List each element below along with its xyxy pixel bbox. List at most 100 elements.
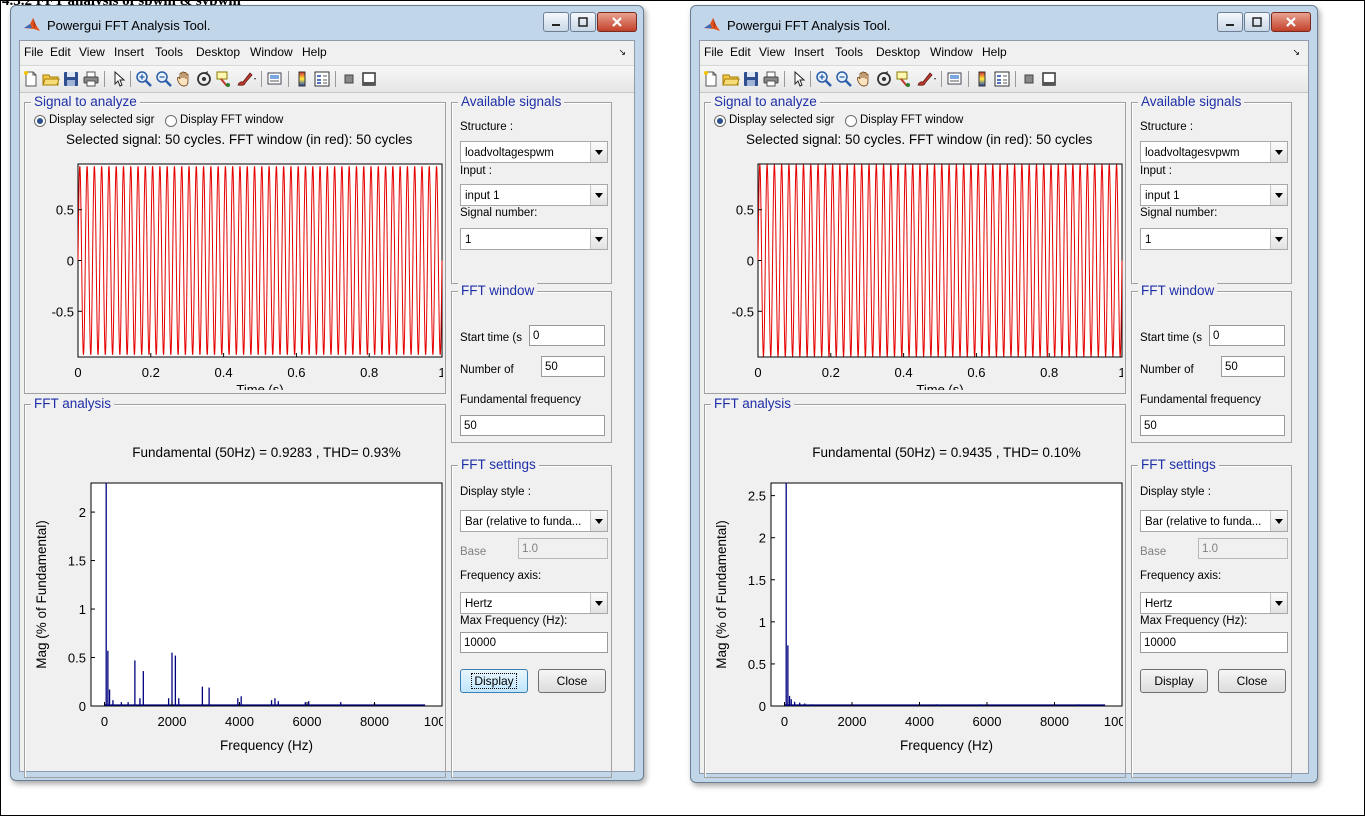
structure-popup[interactable]: loadvoltagespwm xyxy=(460,141,608,163)
display-style-popup[interactable]: Bar (relative to funda... xyxy=(1140,510,1288,532)
link-plot-icon[interactable] xyxy=(266,70,284,88)
brush-icon[interactable] xyxy=(915,70,937,88)
hide-tools-icon[interactable] xyxy=(1020,70,1038,88)
x-tick-label: 1 xyxy=(1118,365,1123,380)
menu-file[interactable]: File xyxy=(24,45,43,59)
x-tick-label: 4000 xyxy=(905,714,934,729)
menu-window[interactable]: Window xyxy=(930,45,973,59)
open-folder-icon[interactable] xyxy=(722,70,740,88)
menu-edit[interactable]: Edit xyxy=(730,45,751,59)
display-selected-label: Display selected sigr xyxy=(49,114,155,126)
number-of-cycles-field[interactable] xyxy=(541,356,605,377)
link-plot-icon[interactable] xyxy=(946,70,964,88)
close-button[interactable]: Close xyxy=(1218,669,1286,693)
menu-file[interactable]: File xyxy=(704,45,723,59)
legend-icon[interactable] xyxy=(993,70,1011,88)
menu-tools[interactable]: Tools xyxy=(155,45,183,59)
display-selected-radio[interactable] xyxy=(34,115,46,127)
signal-to-analyze-panel: Signal to analyze Display selected sigr … xyxy=(24,94,446,394)
menu-help[interactable]: Help xyxy=(982,45,1007,59)
show-tools-icon[interactable] xyxy=(360,70,378,88)
pan-hand-icon[interactable] xyxy=(855,70,873,88)
dock-arrow-icon[interactable]: ↘ xyxy=(618,47,626,58)
menu-view[interactable]: View xyxy=(79,45,105,59)
legend-icon[interactable] xyxy=(313,70,331,88)
x-tick-label: 6000 xyxy=(973,714,1002,729)
fft-settings-panel: FFT settings Display style : Bar (relati… xyxy=(451,457,612,778)
save-icon[interactable] xyxy=(742,70,760,88)
menu-view[interactable]: View xyxy=(759,45,785,59)
menu-desktop[interactable]: Desktop xyxy=(196,45,240,59)
signal-number-popup[interactable]: 1 xyxy=(1140,228,1288,250)
colorbar-icon[interactable] xyxy=(293,70,311,88)
colorbar-icon[interactable] xyxy=(973,70,991,88)
menu-insert[interactable]: Insert xyxy=(794,45,824,59)
new-file-icon[interactable] xyxy=(702,70,720,88)
zoom-in-icon[interactable] xyxy=(815,70,833,88)
menu-desktop[interactable]: Desktop xyxy=(876,45,920,59)
fundamental-frequency-field[interactable] xyxy=(460,415,605,436)
fundamental-frequency-field[interactable] xyxy=(1140,415,1285,436)
pointer-icon[interactable] xyxy=(109,70,127,88)
zoom-out-icon[interactable] xyxy=(155,70,173,88)
x-tick-label: 1 xyxy=(438,365,443,380)
minimize-button[interactable] xyxy=(543,12,569,32)
pointer-icon[interactable] xyxy=(789,70,807,88)
minimize-button[interactable] xyxy=(1217,12,1243,32)
max-frequency-field[interactable] xyxy=(1140,632,1288,653)
display-fft-window-radio[interactable] xyxy=(165,115,177,127)
title-bar[interactable]: Powergui FFT Analysis Tool. xyxy=(11,6,643,40)
menu-edit[interactable]: Edit xyxy=(50,45,71,59)
maximize-button[interactable] xyxy=(1244,12,1270,32)
display-selected-radio[interactable] xyxy=(714,115,726,127)
print-icon[interactable] xyxy=(82,70,100,88)
x-axis-label: Frequency (Hz) xyxy=(900,738,993,753)
print-icon[interactable] xyxy=(762,70,780,88)
menu-insert[interactable]: Insert xyxy=(114,45,144,59)
rotate-icon[interactable] xyxy=(195,70,213,88)
display-fft-window-radio[interactable] xyxy=(845,115,857,127)
dock-arrow-icon[interactable]: ↘ xyxy=(1292,47,1300,58)
display-style-popup[interactable]: Bar (relative to funda... xyxy=(460,510,608,532)
save-icon[interactable] xyxy=(62,70,80,88)
chevron-down-icon xyxy=(1270,185,1287,205)
zoom-out-icon[interactable] xyxy=(835,70,853,88)
y-axis-label: Mag (% of Fundamental) xyxy=(34,520,49,669)
structure-popup[interactable]: loadvoltagesvpwm xyxy=(1140,141,1288,163)
show-tools-icon[interactable] xyxy=(1040,70,1058,88)
input-popup[interactable]: input 1 xyxy=(460,184,608,206)
menu-window[interactable]: Window xyxy=(250,45,293,59)
signal-number-popup[interactable]: 1 xyxy=(460,228,608,250)
number-of-cycles-field[interactable] xyxy=(1221,356,1285,377)
frequency-axis-popup[interactable]: Hertz xyxy=(460,592,608,614)
maximize-icon xyxy=(578,17,588,27)
frequency-axis-popup[interactable]: Hertz xyxy=(1140,592,1288,614)
display-button[interactable]: Display xyxy=(1140,669,1208,693)
close-window-button[interactable] xyxy=(1271,12,1311,32)
max-frequency-field[interactable] xyxy=(460,632,608,653)
input-popup[interactable]: input 1 xyxy=(1140,184,1288,206)
title-bar[interactable]: Powergui FFT Analysis Tool. xyxy=(691,6,1317,40)
hide-tools-icon[interactable] xyxy=(340,70,358,88)
zoom-in-icon[interactable] xyxy=(135,70,153,88)
menu-tools[interactable]: Tools xyxy=(835,45,863,59)
brush-icon[interactable] xyxy=(235,70,257,88)
panel-title: FFT window xyxy=(458,283,538,298)
display-button[interactable]: Display xyxy=(460,669,528,693)
start-time-field[interactable] xyxy=(529,325,605,346)
data-cursor-icon[interactable] xyxy=(895,70,913,88)
display-fft-window-label: Display FFT window xyxy=(860,114,964,126)
open-folder-icon[interactable] xyxy=(42,70,60,88)
pan-hand-icon[interactable] xyxy=(175,70,193,88)
close-window-button[interactable] xyxy=(597,12,637,32)
number-of-cycles-label: Number of xyxy=(460,364,514,376)
menu-help[interactable]: Help xyxy=(302,45,327,59)
data-cursor-icon[interactable] xyxy=(215,70,233,88)
start-time-field[interactable] xyxy=(1209,325,1285,346)
rotate-icon[interactable] xyxy=(875,70,893,88)
close-button[interactable]: Close xyxy=(538,669,606,693)
new-file-icon[interactable] xyxy=(22,70,40,88)
x-tick-label: 0 xyxy=(781,714,788,729)
y-tick-label: 2 xyxy=(759,531,766,546)
maximize-button[interactable] xyxy=(570,12,596,32)
